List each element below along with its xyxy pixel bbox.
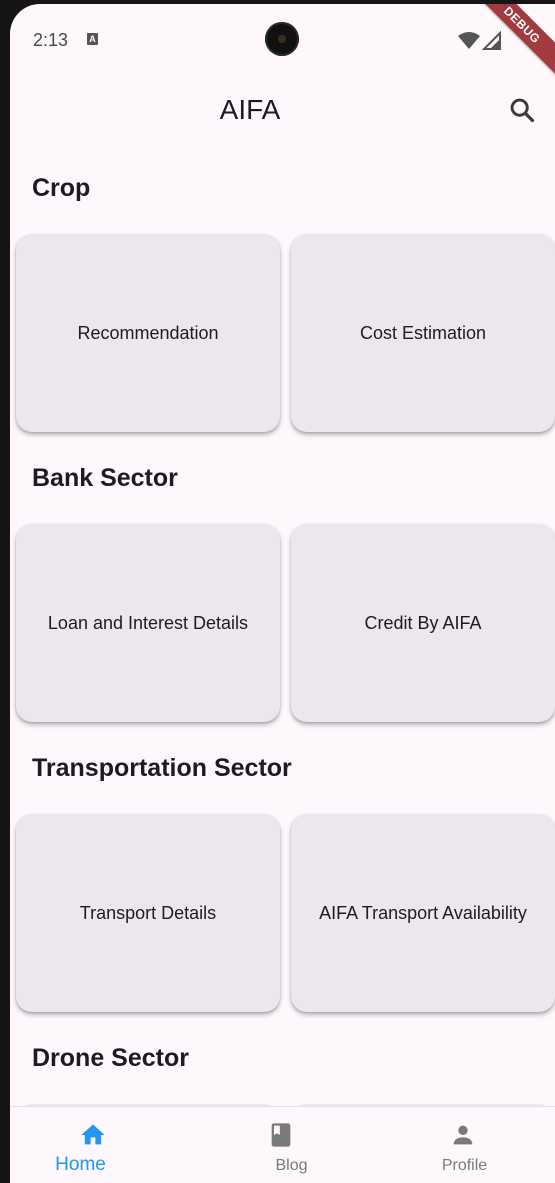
wifi-icon (458, 32, 480, 49)
search-icon[interactable] (508, 96, 536, 124)
phone-screen: 2:13 A DEBUG AIFA Crop Recommendation Co… (10, 4, 555, 1183)
card-recommendation[interactable]: Recommendation (16, 234, 280, 432)
nav-label-blog: Blog (275, 1157, 308, 1174)
card-label: Cost Estimation (359, 322, 487, 343)
notification-a-icon: A (87, 33, 98, 45)
status-time: 2:13 (33, 30, 69, 50)
section-title-bank-sector: Bank Sector (32, 464, 178, 492)
nav-profile[interactable]: Profile (374, 1107, 555, 1183)
card-label: AIFA Transport Availability (319, 902, 527, 923)
card-transport-details[interactable]: Transport Details (16, 814, 280, 1012)
card-label: Credit By AIFA (364, 612, 482, 633)
nav-label-profile: Profile (441, 1157, 488, 1174)
book-icon (271, 1123, 291, 1147)
front-camera (265, 22, 299, 56)
section-title-transportation: Transportation Sector (32, 754, 292, 782)
person-icon (453, 1125, 473, 1145)
nav-label-home: Home (55, 1154, 106, 1175)
section-title-crop: Crop (32, 174, 91, 202)
status-bar: 2:13 A (10, 4, 555, 72)
section-title-drone: Drone Sector (32, 1044, 189, 1072)
card-credit-by-aifa[interactable]: Credit By AIFA (291, 524, 555, 722)
card-label: Transport Details (79, 902, 217, 923)
nav-blog[interactable]: Blog (192, 1107, 373, 1183)
card-cost-estimation[interactable]: Cost Estimation (291, 234, 555, 432)
card-loan-interest[interactable]: Loan and Interest Details (16, 524, 280, 722)
home-icon (81, 1124, 105, 1145)
card-label: Recommendation (77, 322, 219, 343)
app-title: AIFA (219, 94, 281, 125)
app-bar: AIFA (10, 72, 555, 148)
cell-signal-icon (482, 31, 501, 50)
nav-home[interactable]: Home (10, 1107, 191, 1183)
card-transport-availability[interactable]: AIFA Transport Availability (291, 814, 555, 1012)
card-label: Loan and Interest Details (47, 612, 249, 633)
bottom-navigation-bar: Home Blog Profile (10, 1106, 555, 1183)
